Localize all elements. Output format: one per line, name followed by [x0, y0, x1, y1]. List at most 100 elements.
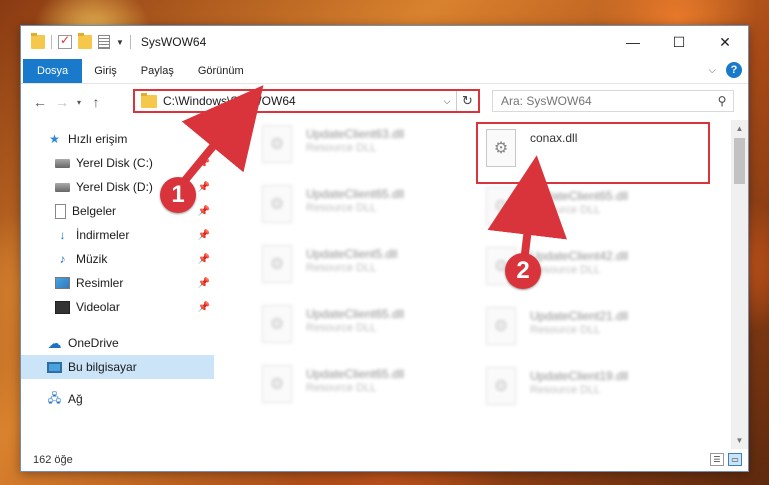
view-toggle: ☰ ▭	[710, 453, 742, 466]
scroll-up-arrow-icon[interactable]: ▲	[731, 120, 748, 137]
pin-icon[interactable]: 📌	[198, 230, 210, 241]
dll-file-icon: ⚙	[262, 305, 292, 343]
star-icon: ★	[49, 132, 60, 146]
pin-icon[interactable]: 📌	[198, 206, 210, 217]
sidebar-item-pictures[interactable]: Resimler 📌	[21, 271, 214, 295]
pin-icon[interactable]: 📌	[198, 182, 210, 193]
file-item[interactable]: ⚙ UpdateClient19.dll Resource DLL	[478, 362, 708, 422]
file-name: UpdateClient65.dll	[306, 307, 405, 321]
maximize-button[interactable]: ☐	[656, 26, 702, 58]
divider	[51, 35, 52, 49]
sidebar-item-onedrive[interactable]: ☁ OneDrive	[21, 331, 214, 355]
details-view-icon[interactable]: ☰	[710, 453, 724, 466]
up-arrow-icon[interactable]: ↑	[85, 94, 107, 110]
search-box[interactable]: ⚲	[492, 90, 734, 112]
file-item-conax-dll[interactable]: ⚙ conax.dll	[476, 122, 710, 184]
file-item[interactable]: ⚙ UpdateClient5.dll Resource DLL	[254, 240, 484, 300]
window-controls: — ☐ ✕	[610, 26, 748, 58]
pin-icon[interactable]: 📌	[198, 158, 210, 169]
tab-view[interactable]: Görünüm	[186, 59, 256, 83]
sidebar-item-label: Ağ	[68, 392, 83, 406]
address-bar[interactable]: C:\Windows\SysWOW64 ⌵ ↻	[133, 89, 480, 113]
file-item[interactable]: ⚙ UpdateClient21.dll Resource DLL	[478, 302, 708, 362]
folder-icon	[141, 92, 157, 108]
file-item[interactable]: ⚙ UpdateClient65.dll Resource DLL	[478, 182, 708, 242]
file-name: UpdateClient65.dll	[306, 367, 405, 381]
ribbon-tabs: Dosya Giriş Paylaş Görünüm ⌵ ?	[21, 58, 748, 84]
file-type: Resource DLL	[530, 324, 601, 336]
file-name: UpdateClient42.dll	[530, 249, 629, 263]
file-item[interactable]: ⚙ UpdateClient65.dll Resource DLL	[254, 300, 484, 360]
search-icon[interactable]: ⚲	[711, 94, 733, 108]
sidebar-item-label: Videolar	[76, 300, 120, 314]
sidebar-item-videos[interactable]: Videolar 📌	[21, 295, 214, 319]
file-type: Resource DLL	[530, 264, 601, 276]
file-item[interactable]: ⚙ UpdateClient63.dll Resource DLL	[254, 120, 484, 180]
address-history-chevron-icon[interactable]: ⌵	[438, 96, 456, 107]
ribbon-right: ⌵ ?	[708, 62, 742, 78]
expand-ribbon-chevron-icon[interactable]: ⌵	[708, 65, 716, 76]
file-column: ⚙ UpdateClient63.dll Resource DLL ⚙ Updat…	[254, 120, 484, 420]
scroll-down-arrow-icon[interactable]: ▼	[731, 432, 748, 449]
tab-home[interactable]: Giriş	[82, 59, 129, 83]
window-title: SysWOW64	[140, 35, 207, 49]
picture-icon	[55, 277, 70, 289]
dll-file-icon: ⚙	[486, 367, 516, 405]
callout-badge-2: 2	[505, 253, 541, 289]
dll-file-icon: ⚙	[486, 187, 516, 225]
close-button[interactable]: ✕	[702, 26, 748, 58]
cloud-icon: ☁	[47, 334, 62, 351]
properties-icon[interactable]	[98, 35, 110, 49]
tab-file[interactable]: Dosya	[23, 58, 83, 83]
recent-locations-chevron-icon[interactable]: ▾	[73, 98, 85, 107]
file-name: UpdateClient21.dll	[530, 309, 629, 323]
navigation-bar: ← → ▾ ↑ C:\Windows\SysWOW64 ⌵ ↻ ⚲	[21, 84, 748, 120]
file-item[interactable]: ⚙ UpdateClient65.dll Resource DLL	[254, 180, 484, 240]
pin-icon[interactable]: 📌	[198, 254, 210, 265]
file-name: UpdateClient65.dll	[306, 187, 405, 201]
file-type: Resource DLL	[306, 382, 377, 394]
file-type: Resource DLL	[530, 204, 601, 216]
sidebar-item-label: Resimler	[76, 276, 124, 290]
sidebar-item-label: İndirmeler	[76, 228, 130, 242]
sidebar-item-this-pc[interactable]: Bu bilgisayar	[21, 355, 214, 379]
pin-icon[interactable]: 📌	[198, 302, 210, 313]
sidebar-item-music[interactable]: ♪ Müzik 📌	[21, 247, 214, 271]
video-icon	[55, 300, 70, 314]
sidebar-item-local-disk-c[interactable]: Yerel Disk (C:) 📌	[21, 151, 214, 175]
minimize-button[interactable]: —	[610, 26, 656, 58]
file-name: UpdateClient65.dll	[530, 189, 629, 203]
sidebar-item-quick-access[interactable]: ★ Hızlı erişim	[21, 127, 214, 151]
sidebar-item-label: Hızlı erişim	[68, 132, 128, 146]
dll-file-icon: ⚙	[262, 125, 292, 163]
back-arrow-icon[interactable]: ←	[29, 94, 51, 110]
dll-file-icon: ⚙	[486, 129, 516, 167]
title-bar: ▼ SysWOW64 — ☐ ✕	[21, 26, 748, 58]
file-item[interactable]: ⚙ UpdateClient65.dll Resource DLL	[254, 360, 484, 420]
dll-file-icon: ⚙	[262, 245, 292, 283]
scrollbar-thumb[interactable]	[734, 138, 745, 184]
file-name: UpdateClient5.dll	[306, 247, 398, 261]
dll-file-icon: ⚙	[262, 185, 292, 223]
explorer-window: ▼ SysWOW64 — ☐ ✕ Dosya Giriş Paylaş Görü…	[20, 25, 749, 472]
search-input[interactable]	[501, 94, 711, 108]
properties-check-icon[interactable]	[58, 33, 72, 49]
new-folder-icon[interactable]	[78, 33, 92, 49]
disk-icon	[55, 182, 70, 192]
file-name: UpdateClient19.dll	[530, 369, 629, 383]
file-type: Resource DLL	[306, 322, 377, 334]
forward-arrow-icon[interactable]: →	[51, 94, 73, 110]
vertical-scrollbar[interactable]: ▲ ▼	[731, 120, 748, 449]
help-icon[interactable]: ?	[726, 62, 742, 78]
address-path[interactable]: C:\Windows\SysWOW64	[163, 94, 438, 108]
customize-toolbar-chevron-icon[interactable]: ▼	[116, 38, 124, 47]
tab-share[interactable]: Paylaş	[129, 59, 186, 83]
sidebar-item-network[interactable]: 🖧 Ağ	[21, 387, 214, 411]
folder-icon	[31, 33, 45, 49]
pin-icon[interactable]: 📌	[198, 278, 210, 289]
callout-badge-1: 1	[160, 177, 196, 213]
status-bar: 162 öğe ☰ ▭	[21, 449, 748, 471]
refresh-icon[interactable]: ↻	[456, 91, 478, 111]
sidebar-item-downloads[interactable]: ↓ İndirmeler 📌	[21, 223, 214, 247]
large-icons-view-icon[interactable]: ▭	[728, 453, 742, 466]
